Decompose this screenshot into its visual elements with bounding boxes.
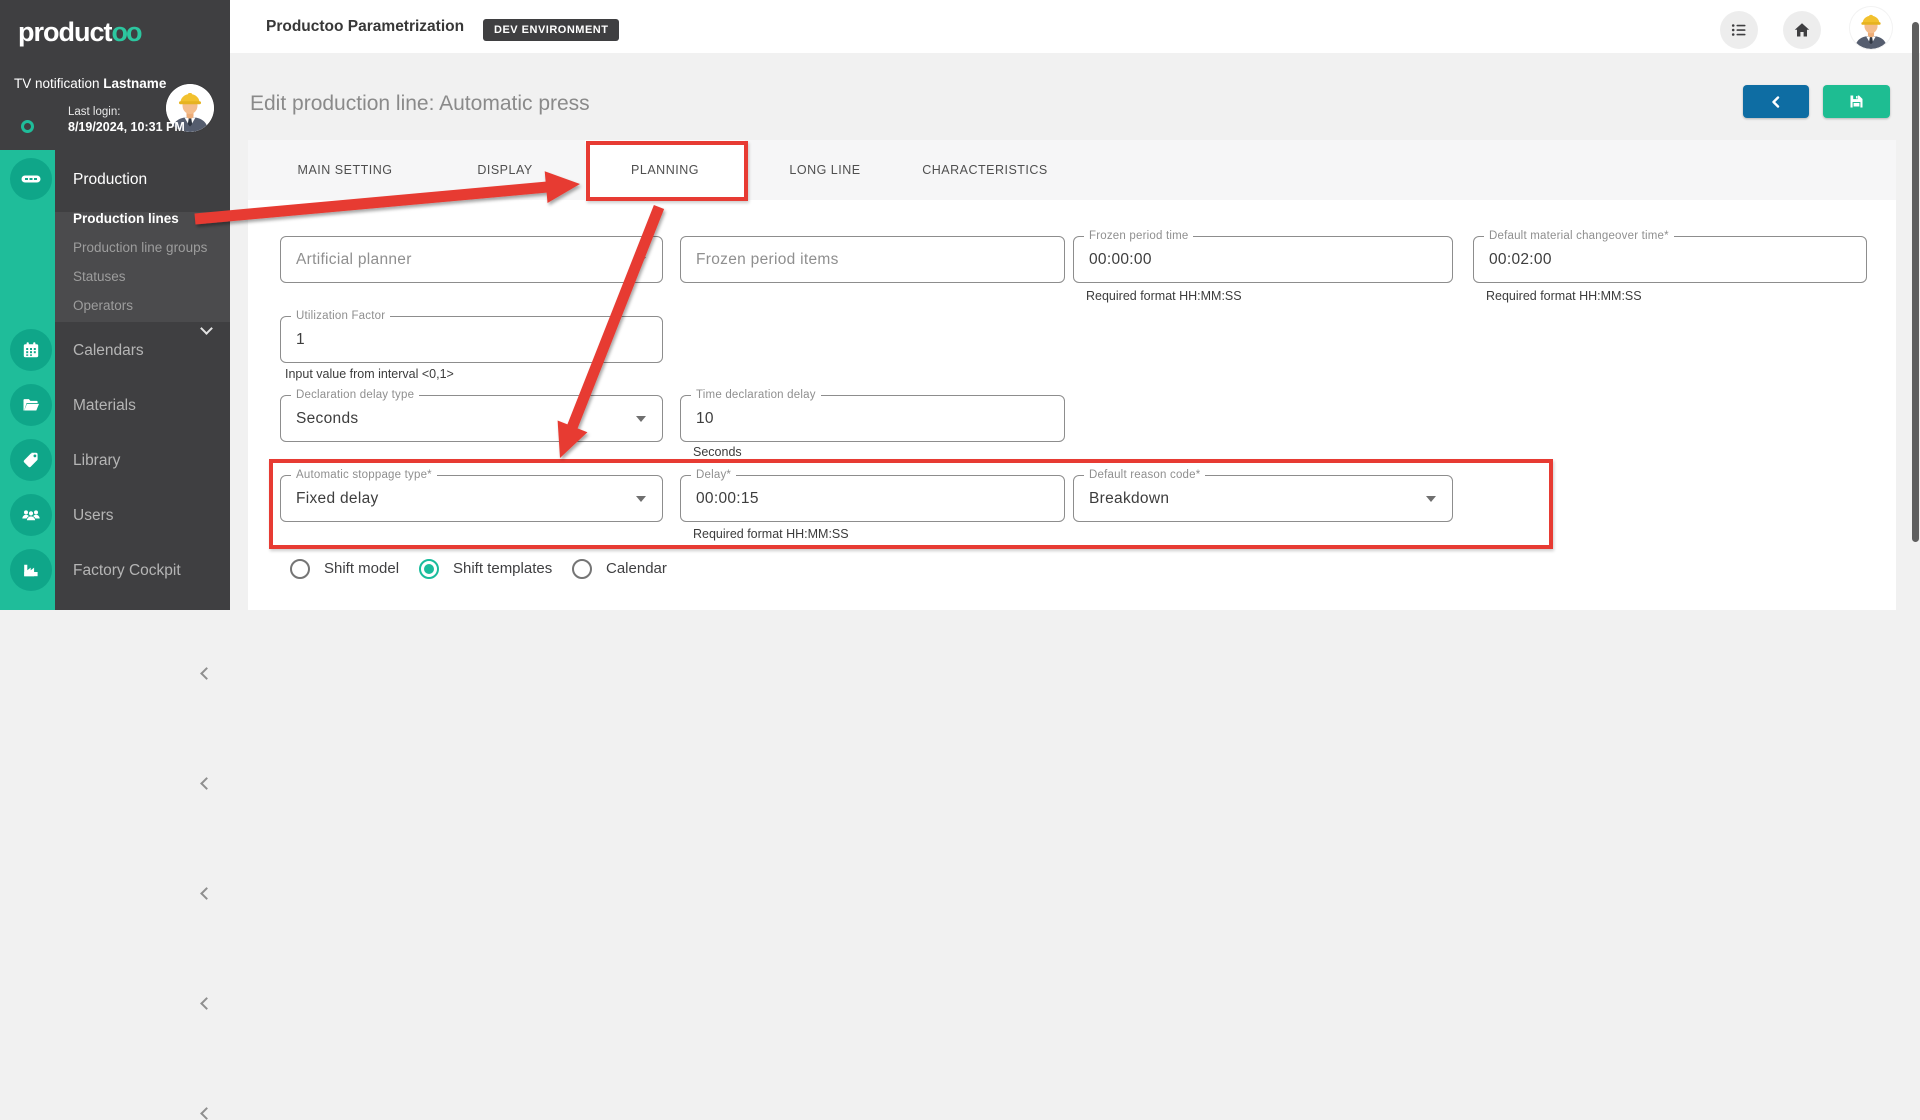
sidebar-item-materials[interactable]: Materials bbox=[0, 378, 230, 433]
last-login-value: 8/19/2024, 10:31 PM bbox=[68, 120, 185, 134]
default-material-changeover-time-input[interactable]: Default material changeover time* 00:02:… bbox=[1473, 236, 1867, 283]
radio-shift-model[interactable]: Shift model bbox=[290, 558, 399, 579]
radio-label: Shift model bbox=[324, 560, 399, 577]
sidebar-item-label: Factory Cockpit bbox=[73, 543, 181, 598]
field-label: Default material changeover time* bbox=[1484, 230, 1674, 242]
sidebar-item-label: Users bbox=[73, 488, 113, 543]
tab-display[interactable]: DISPLAY bbox=[425, 140, 585, 200]
factory-icon[interactable] bbox=[10, 549, 52, 591]
logo-text-oo: oo bbox=[112, 17, 141, 47]
sidebar-subitem-statuses[interactable]: Statuses bbox=[73, 269, 126, 284]
save-icon bbox=[1848, 93, 1865, 110]
radio-circle-icon bbox=[419, 559, 439, 579]
worker-avatar-icon bbox=[1850, 7, 1892, 49]
radio-selected-dot bbox=[424, 564, 434, 574]
chevron-left-icon bbox=[200, 667, 213, 680]
tab-characteristics[interactable]: CHARACTERISTICS bbox=[905, 140, 1065, 200]
chevron-left-icon bbox=[200, 1107, 213, 1120]
sidebar: productoo TV notification Lastname Last … bbox=[0, 0, 230, 610]
home-icon bbox=[1793, 21, 1811, 39]
productoo-logo[interactable]: productoo bbox=[18, 17, 141, 48]
topbar-avatar[interactable] bbox=[1850, 7, 1892, 49]
radio-calendar[interactable]: Calendar bbox=[572, 558, 667, 579]
placeholder-text: Artificial planner bbox=[296, 251, 412, 269]
list-icon bbox=[1730, 21, 1748, 39]
sidebar-item-label: Materials bbox=[73, 378, 136, 433]
field-value: 00:02:00 bbox=[1489, 251, 1552, 269]
notification-prefix: TV notification bbox=[14, 76, 103, 91]
artificial-planner-select[interactable]: Artificial planner bbox=[280, 236, 663, 283]
field-label: Time declaration delay bbox=[691, 389, 821, 401]
radio-circle-icon bbox=[290, 559, 310, 579]
field-value: 00:00:00 bbox=[1089, 251, 1152, 269]
sidebar-subitem-production-lines[interactable]: Production lines bbox=[73, 211, 179, 227]
status-ring-icon bbox=[21, 120, 34, 133]
utilization-factor-input[interactable]: Utilization Factor 1 bbox=[280, 316, 663, 363]
sidebar-item-label: Calendars bbox=[73, 323, 144, 378]
helper-text: Seconds bbox=[693, 445, 742, 459]
users-icon[interactable] bbox=[10, 494, 52, 536]
radio-label: Calendar bbox=[606, 560, 667, 577]
helper-text: Required format HH:MM:SS bbox=[1486, 289, 1642, 303]
sidebar-item-label: Production bbox=[73, 152, 147, 207]
dropdown-caret-icon bbox=[636, 257, 646, 263]
field-value: 10 bbox=[696, 410, 714, 428]
notification-name: Lastname bbox=[103, 76, 166, 91]
production-submenu: Production lines Production line groups … bbox=[55, 212, 230, 322]
sidebar-item-calendars[interactable]: Calendars bbox=[0, 323, 230, 378]
declaration-delay-type-select[interactable]: Declaration delay type Seconds bbox=[280, 395, 663, 442]
placeholder-text: Frozen period items bbox=[696, 251, 839, 269]
radio-label: Shift templates bbox=[453, 560, 552, 577]
list-button[interactable] bbox=[1720, 11, 1758, 49]
annotation-box-planning-tab bbox=[586, 141, 748, 201]
sidebar-item-production[interactable]: Production bbox=[0, 152, 230, 207]
annotation-box-stoppage-row bbox=[269, 459, 1553, 549]
chevron-left-icon bbox=[1768, 94, 1784, 110]
field-value: Seconds bbox=[296, 410, 358, 428]
tab-strip: MAIN SETTING DISPLAY PLANNING LONG LINE … bbox=[248, 140, 1896, 200]
env-badge: DEV ENVIRONMENT bbox=[483, 19, 619, 41]
last-login-label: Last login: bbox=[68, 106, 120, 118]
dropdown-caret-icon bbox=[636, 416, 646, 422]
time-declaration-delay-input[interactable]: Time declaration delay 10 bbox=[680, 395, 1065, 442]
field-label: Utilization Factor bbox=[291, 310, 390, 322]
frozen-period-time-input[interactable]: Frozen period time 00:00:00 bbox=[1073, 236, 1453, 283]
field-label: Declaration delay type bbox=[291, 389, 419, 401]
field-value: 1 bbox=[296, 331, 305, 349]
tab-long-line[interactable]: LONG LINE bbox=[745, 140, 905, 200]
tag-icon[interactable] bbox=[10, 439, 52, 481]
chevron-left-icon bbox=[200, 777, 213, 790]
back-button[interactable] bbox=[1743, 85, 1809, 118]
radio-circle-icon bbox=[572, 559, 592, 579]
sidebar-item-label: Library bbox=[73, 433, 120, 488]
app-title: Productoo Parametrization bbox=[266, 0, 464, 53]
notification-label: TV notification Lastname bbox=[14, 76, 166, 91]
sidebar-item-library[interactable]: Library bbox=[0, 433, 230, 488]
top-bar: Productoo Parametrization DEV ENVIRONMEN… bbox=[230, 0, 1920, 53]
sidebar-item-factory-cockpit[interactable]: Factory Cockpit bbox=[0, 543, 230, 598]
scrollbar-thumb[interactable] bbox=[1912, 22, 1919, 542]
folder-icon[interactable] bbox=[10, 384, 52, 426]
field-label: Frozen period time bbox=[1084, 230, 1193, 242]
helper-text: Input value from interval <0,1> bbox=[285, 367, 454, 381]
production-icon[interactable] bbox=[10, 158, 52, 200]
sidebar-item-users[interactable]: Users bbox=[0, 488, 230, 543]
frozen-period-items-input[interactable]: Frozen period items bbox=[680, 236, 1065, 283]
tab-main-setting[interactable]: MAIN SETTING bbox=[265, 140, 425, 200]
sidebar-subitem-production-line-groups[interactable]: Production line groups bbox=[73, 240, 207, 255]
save-button[interactable] bbox=[1823, 85, 1890, 118]
chevron-left-icon bbox=[200, 887, 213, 900]
home-button[interactable] bbox=[1783, 11, 1821, 49]
radio-shift-templates[interactable]: Shift templates bbox=[419, 558, 552, 579]
chevron-left-icon bbox=[200, 997, 213, 1010]
helper-text: Required format HH:MM:SS bbox=[1086, 289, 1242, 303]
page-title: Edit production line: Automatic press bbox=[250, 92, 590, 116]
calendar-icon[interactable] bbox=[10, 329, 52, 371]
logo-text-left: product bbox=[18, 17, 112, 47]
sidebar-subitem-operators[interactable]: Operators bbox=[73, 298, 133, 313]
